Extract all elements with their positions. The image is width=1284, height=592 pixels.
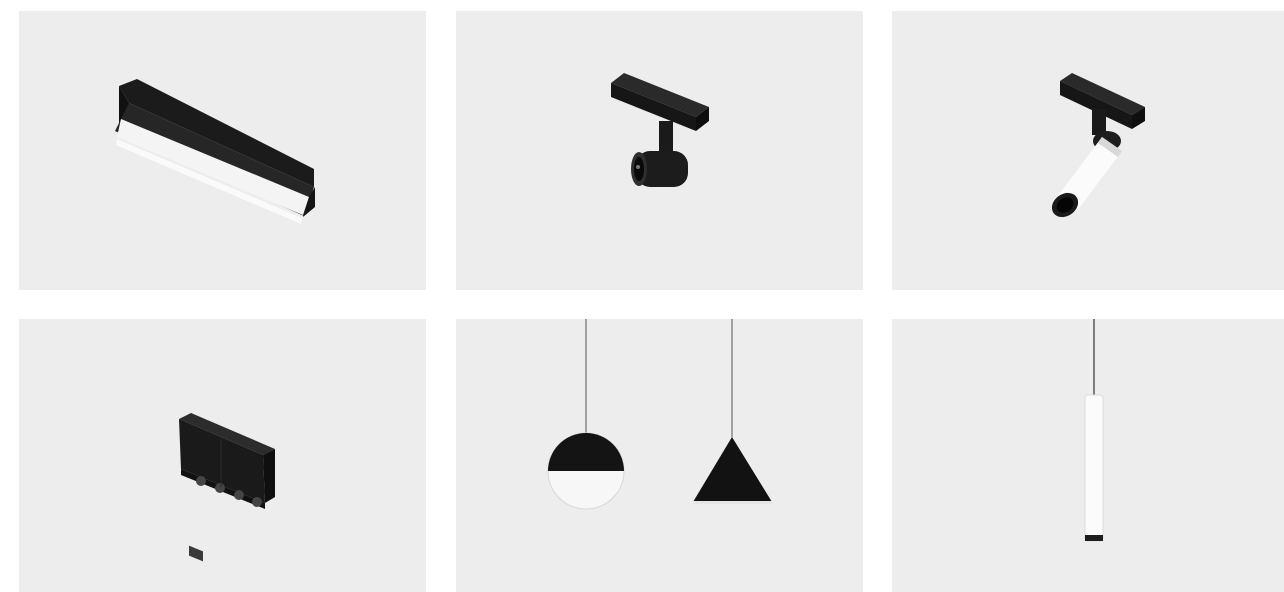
product-card-track-cylinder-spot[interactable] [892, 11, 1284, 290]
track-cylinder-spot-icon [1051, 73, 1145, 218]
track-spotlight-icon [611, 73, 709, 187]
pendant-tube-icon [1084, 319, 1104, 542]
product-card-pendant-tube[interactable] [892, 319, 1284, 592]
product-card-linear-track-light[interactable] [19, 11, 426, 290]
pendant-sphere-cone-icon [547, 319, 772, 510]
product-card-grille-track-light[interactable] [19, 319, 426, 592]
product-grid [0, 0, 1284, 592]
product-card-pendant-pair[interactable] [456, 319, 863, 592]
grille-track-light-icon [179, 413, 275, 562]
linear-track-light-icon [115, 79, 315, 224]
product-card-track-spotlight[interactable] [456, 11, 863, 290]
